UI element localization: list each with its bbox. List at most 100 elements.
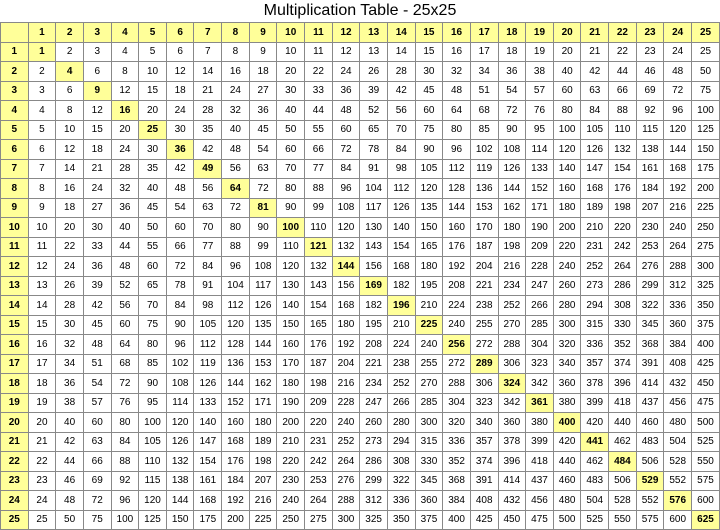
cell: 375 — [415, 510, 443, 530]
cell: 260 — [553, 276, 581, 296]
cell: 108 — [166, 374, 194, 394]
cell: 56 — [222, 159, 250, 179]
cell: 168 — [664, 159, 692, 179]
cell: 275 — [305, 510, 333, 530]
col-header: 16 — [443, 23, 471, 43]
cell: 192 — [222, 491, 250, 511]
cell: 102 — [470, 140, 498, 160]
cell: 105 — [415, 159, 443, 179]
cell: 204 — [470, 257, 498, 277]
col-header: 2 — [56, 23, 84, 43]
cell: 323 — [526, 354, 554, 374]
cell: 352 — [609, 335, 637, 355]
cell: 17 — [470, 42, 498, 62]
cell: 48 — [664, 62, 692, 82]
cell: 160 — [553, 179, 581, 199]
cell: 44 — [305, 101, 333, 121]
cell: 24 — [56, 257, 84, 277]
cell: 98 — [194, 296, 222, 316]
cell: 408 — [664, 354, 692, 374]
cell: 112 — [222, 296, 250, 316]
cell: 224 — [443, 296, 471, 316]
cell: 289 — [470, 354, 498, 374]
cell: 320 — [553, 335, 581, 355]
cell: 16 — [56, 179, 84, 199]
cell: 336 — [387, 491, 415, 511]
cell: 144 — [664, 140, 692, 160]
cell: 38 — [526, 62, 554, 82]
cell: 9 — [83, 81, 111, 101]
cell: 276 — [636, 257, 664, 277]
cell: 30 — [277, 81, 305, 101]
cell: 14 — [28, 296, 56, 316]
cell: 40 — [56, 413, 84, 433]
cell: 396 — [609, 374, 637, 394]
cell: 66 — [305, 140, 333, 160]
cell: 138 — [636, 140, 664, 160]
cell: 484 — [609, 452, 637, 472]
cell: 72 — [222, 198, 250, 218]
cell: 63 — [194, 198, 222, 218]
cell: 322 — [387, 471, 415, 491]
cell: 480 — [553, 491, 581, 511]
cell: 168 — [194, 491, 222, 511]
cell: 162 — [498, 198, 526, 218]
cell: 189 — [581, 198, 609, 218]
cell: 36 — [498, 62, 526, 82]
cell: 72 — [166, 257, 194, 277]
cell: 156 — [360, 257, 388, 277]
cell: 13 — [360, 42, 388, 62]
cell: 187 — [305, 354, 333, 374]
cell: 225 — [415, 315, 443, 335]
col-header: 7 — [194, 23, 222, 43]
cell: 240 — [332, 413, 360, 433]
cell: 90 — [415, 140, 443, 160]
cell: 84 — [111, 432, 139, 452]
cell: 252 — [498, 296, 526, 316]
cell: 575 — [636, 510, 664, 530]
cell: 189 — [249, 432, 277, 452]
cell: 175 — [692, 159, 720, 179]
cell: 11 — [28, 237, 56, 257]
cell: 6 — [56, 81, 84, 101]
cell: 160 — [277, 335, 305, 355]
cell: 132 — [166, 452, 194, 472]
cell: 45 — [83, 315, 111, 335]
cell: 21 — [194, 81, 222, 101]
cell: 100 — [553, 120, 581, 140]
col-header: 1 — [28, 23, 56, 43]
cell: 92 — [111, 471, 139, 491]
cell: 18 — [249, 62, 277, 82]
cell: 90 — [498, 120, 526, 140]
cell: 42 — [387, 81, 415, 101]
cell: 9 — [28, 198, 56, 218]
cell: 242 — [305, 452, 333, 472]
cell: 7 — [194, 42, 222, 62]
cell: 115 — [636, 120, 664, 140]
cell: 216 — [332, 374, 360, 394]
cell: 88 — [305, 179, 333, 199]
cell: 19 — [28, 393, 56, 413]
cell: 24 — [83, 179, 111, 199]
cell: 361 — [526, 393, 554, 413]
cell: 198 — [305, 374, 333, 394]
cell: 195 — [360, 315, 388, 335]
cell: 207 — [636, 198, 664, 218]
cell: 16 — [222, 62, 250, 82]
cell: 10 — [28, 218, 56, 238]
cell: 175 — [194, 510, 222, 530]
cell: 120 — [553, 140, 581, 160]
cell: 80 — [553, 101, 581, 121]
cell: 154 — [305, 296, 333, 316]
row-header: 16 — [1, 335, 29, 355]
cell: 270 — [415, 374, 443, 394]
cell: 75 — [83, 510, 111, 530]
cell: 24 — [111, 140, 139, 160]
cell: 133 — [526, 159, 554, 179]
cell: 165 — [415, 237, 443, 257]
cell: 240 — [664, 218, 692, 238]
cell: 110 — [139, 452, 167, 472]
cell: 42 — [194, 140, 222, 160]
cell: 414 — [636, 374, 664, 394]
cell: 56 — [111, 296, 139, 316]
